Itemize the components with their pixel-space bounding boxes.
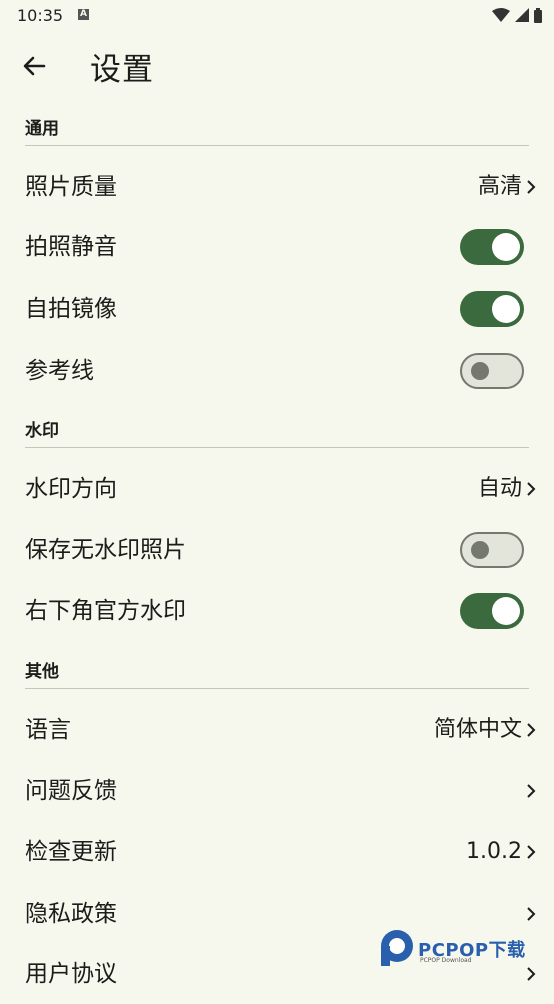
chevron-right-icon: [527, 723, 536, 737]
row-label: 用户协议: [25, 961, 117, 987]
row-label: 参考线: [25, 358, 94, 384]
battery-icon: [534, 7, 542, 23]
toggle-knob: [492, 597, 520, 625]
row-label: 保存无水印照片: [25, 537, 186, 563]
section-header-general: 通用: [25, 119, 59, 139]
app-bar: 设置: [0, 40, 554, 92]
row-feedback[interactable]: 问题反馈: [0, 761, 554, 821]
row-language[interactable]: 语言 简体中文: [0, 700, 554, 760]
status-icons: [492, 7, 542, 23]
signal-icon: [515, 8, 529, 22]
row-label: 照片质量: [25, 174, 117, 200]
pcpop-watermark: PCPOP下载 PCPOP Download: [378, 928, 548, 972]
row-shutter-mute: 拍照静音: [0, 217, 554, 277]
row-selfie-mirror: 自拍镜像: [0, 279, 554, 339]
row-watermark-direction[interactable]: 水印方向 自动: [0, 459, 554, 519]
chevron-right-icon: [527, 784, 536, 798]
back-arrow-icon[interactable]: [18, 50, 50, 82]
row-photo-quality[interactable]: 照片质量 高清: [0, 157, 554, 217]
shutter-mute-toggle[interactable]: [460, 229, 524, 265]
grid-lines-toggle[interactable]: [460, 353, 524, 389]
row-official-watermark: 右下角官方水印: [0, 581, 554, 641]
divider: [25, 447, 529, 448]
toggle-knob: [471, 541, 489, 559]
row-label: 右下角官方水印: [25, 598, 186, 624]
row-label: 语言: [25, 717, 71, 743]
row-value: 自动: [477, 476, 522, 501]
row-value: 高清: [477, 174, 522, 199]
row-value: 简体中文: [433, 717, 522, 742]
toggle-knob: [492, 295, 520, 323]
row-label: 拍照静音: [25, 234, 117, 260]
watermark-sub: PCPOP Download: [420, 957, 472, 964]
row-label: 问题反馈: [25, 778, 117, 804]
row-label: 隐私政策: [25, 901, 117, 927]
status-time: 10:35: [17, 6, 64, 25]
divider: [25, 688, 529, 689]
section-header-watermark: 水印: [25, 421, 59, 441]
chevron-right-icon: [527, 907, 536, 921]
row-check-update[interactable]: 检查更新 1.0.2: [0, 822, 554, 882]
wifi-icon: [492, 8, 510, 22]
section-header-other: 其他: [25, 662, 59, 682]
row-grid-lines: 参考线: [0, 341, 554, 401]
chevron-right-icon: [527, 180, 536, 194]
chevron-right-icon: [527, 482, 536, 496]
selfie-mirror-toggle[interactable]: [460, 291, 524, 327]
pcpop-logo-icon: [381, 930, 413, 966]
page-title: 设置: [90, 52, 154, 88]
divider: [25, 145, 529, 146]
notification-a-icon: A: [78, 9, 89, 20]
row-label: 水印方向: [25, 476, 117, 502]
toggle-knob: [471, 362, 489, 380]
official-watermark-toggle[interactable]: [460, 593, 524, 629]
save-without-watermark-toggle[interactable]: [460, 532, 524, 568]
row-label: 自拍镜像: [25, 296, 117, 322]
chevron-right-icon: [527, 845, 536, 859]
row-value: 1.0.2: [466, 839, 522, 864]
status-bar: 10:35 A: [0, 0, 554, 32]
row-save-without-watermark: 保存无水印照片: [0, 520, 554, 580]
row-label: 检查更新: [25, 839, 117, 865]
toggle-knob: [492, 233, 520, 261]
